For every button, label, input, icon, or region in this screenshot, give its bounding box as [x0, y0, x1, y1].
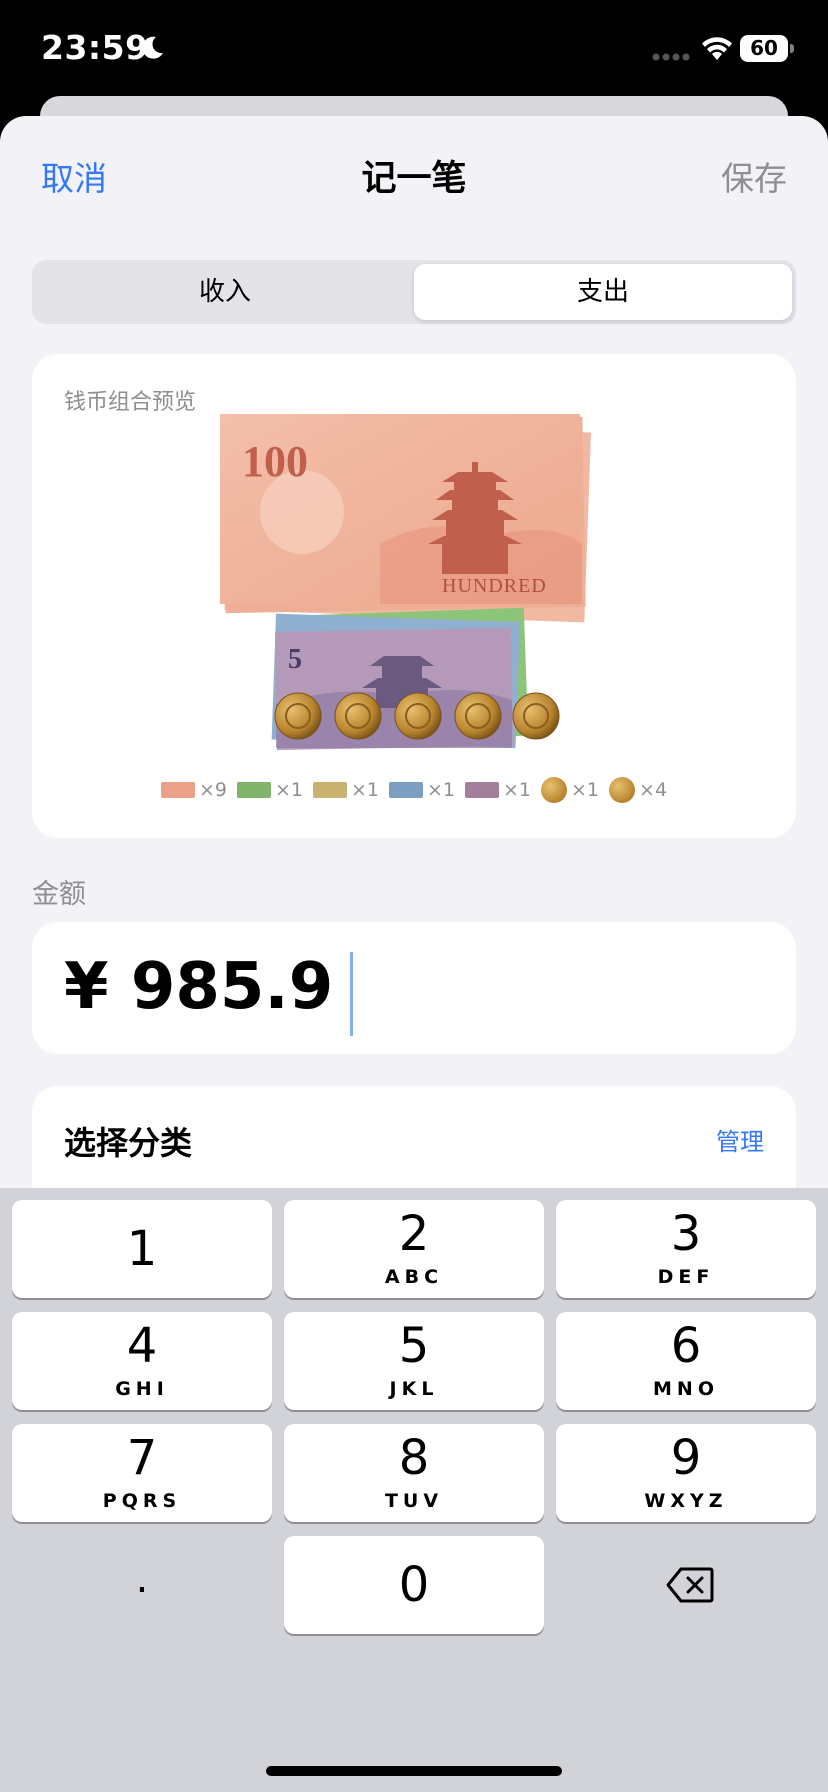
key-digit: 4: [126, 1318, 158, 1374]
key-digit: 2: [398, 1206, 430, 1262]
key-2[interactable]: 2 ABC: [284, 1200, 544, 1298]
legend-count: ×1: [426, 779, 455, 801]
page-title: 记一笔: [361, 159, 467, 199]
key-letters: PQRS: [102, 1490, 182, 1512]
segment-income[interactable]: 收入: [36, 264, 414, 320]
note-50-icon: [236, 782, 271, 798]
key-digit: 1: [126, 1221, 158, 1277]
legend-count: ×1: [503, 779, 532, 801]
key-letters: GHI: [115, 1378, 169, 1400]
legend-item: ×1: [541, 777, 599, 803]
legend-item: ×1: [388, 779, 455, 801]
money-preview-card: 钱币组合预览 100 HUNDRED 5 ×9 ×1 ×1 ×1 ×1 ×1 ×…: [32, 354, 796, 838]
amount-input[interactable]: ¥ 985.9: [64, 950, 333, 1024]
legend-count: ×1: [350, 779, 379, 801]
key-4[interactable]: 4 GHI: [12, 1312, 272, 1410]
key-letters: WXYZ: [644, 1490, 728, 1512]
key-8[interactable]: 8 TUV: [284, 1424, 544, 1522]
key-letters: ABC: [384, 1266, 444, 1288]
backspace-icon: [666, 1567, 714, 1603]
legend-item: ×1: [465, 779, 531, 801]
numeric-keyboard: 1 2 ABC 3 DEF 4 GHI 5 JKL 6 MNO 7 PQRS 8…: [0, 1188, 828, 1792]
key-6[interactable]: 6 MNO: [556, 1312, 816, 1410]
money-legend: ×9 ×1 ×1 ×1 ×1 ×1 ×4: [32, 777, 796, 803]
key-letters: DEF: [657, 1266, 715, 1288]
amount-label: 金额: [32, 879, 86, 910]
status-time: 23:59: [41, 28, 149, 67]
note-5-value: 5: [288, 644, 302, 675]
key-digit: 5: [398, 1318, 430, 1374]
signal-icon: [652, 53, 690, 61]
key-7[interactable]: 7 PQRS: [12, 1424, 272, 1522]
battery-tip: [790, 44, 794, 53]
legend-count: ×9: [198, 779, 227, 801]
key-digit: 6: [670, 1318, 702, 1374]
save-button[interactable]: 保存: [721, 152, 787, 200]
key-letters: JKL: [389, 1378, 439, 1400]
note-10-icon: [388, 782, 423, 798]
key-digit: 0: [398, 1557, 430, 1613]
segment-expense[interactable]: 支出: [414, 264, 792, 320]
key-9[interactable]: 9 WXYZ: [556, 1424, 816, 1522]
note-100-value: 100: [242, 437, 308, 486]
legend-item: ×1: [312, 779, 379, 801]
wifi-icon: [702, 37, 732, 60]
note-20-icon: [312, 782, 347, 798]
legend-count: ×1: [571, 779, 600, 801]
preview-label: 钱币组合预览: [64, 390, 197, 415]
key-decimal-point[interactable]: .: [12, 1536, 272, 1634]
legend-item: ×9: [160, 779, 227, 801]
key-1[interactable]: 1: [12, 1200, 272, 1298]
home-indicator[interactable]: [266, 1766, 562, 1776]
status-bar: 23:59 60: [0, 0, 828, 100]
key-digit: 8: [398, 1430, 430, 1486]
key-digit: 3: [670, 1206, 702, 1262]
category-title: 选择分类: [64, 1124, 193, 1162]
battery-icon: 60: [740, 35, 794, 62]
battery-level: 60: [740, 35, 788, 62]
key-letters: MNO: [653, 1378, 719, 1400]
coin-small-icon: [609, 777, 636, 803]
legend-item: ×1: [236, 779, 303, 801]
legend-count: ×1: [274, 779, 303, 801]
coin-1-yuan-icon: [541, 777, 568, 803]
type-segmented-control: 收入 支出: [32, 260, 796, 324]
legend-item: ×4: [609, 777, 667, 803]
money-stack-illustration: 100 HUNDRED 10: [220, 414, 591, 751]
key-digit: 9: [670, 1430, 702, 1486]
key-3[interactable]: 3 DEF: [556, 1200, 816, 1298]
key-letters: TUV: [384, 1490, 444, 1512]
note-100-icon: [160, 782, 195, 798]
note-5-icon: [465, 782, 499, 798]
note-100-stack: 100 HUNDRED: [220, 414, 591, 623]
note-100-word: HUNDRED: [442, 575, 547, 597]
legend-count: ×4: [639, 779, 668, 801]
text-caret: [350, 952, 353, 1036]
key-0[interactable]: 0: [284, 1536, 544, 1634]
manage-categories-button[interactable]: 管理: [716, 1122, 764, 1157]
moon-icon: [142, 36, 163, 59]
key-digit: 7: [126, 1430, 158, 1486]
backspace-button[interactable]: [556, 1536, 816, 1634]
amount-input-card[interactable]: ¥ 985.9: [32, 922, 796, 1054]
key-5[interactable]: 5 JKL: [284, 1312, 544, 1410]
